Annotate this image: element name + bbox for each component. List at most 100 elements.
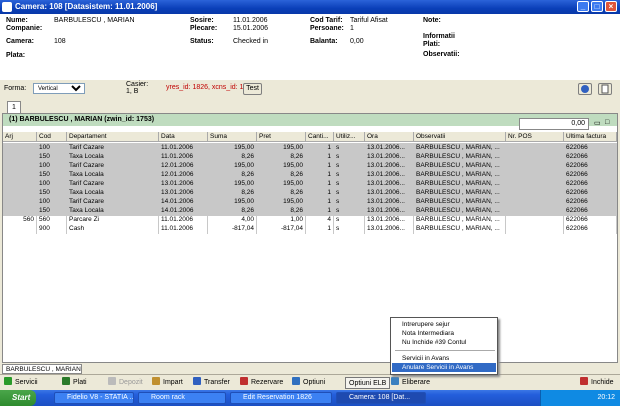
table-cell-fact: 622066 [564,224,617,234]
balanta-value: 0,00 [350,38,364,45]
column-header[interactable]: Departament [67,132,159,142]
inchide-button[interactable]: Inchide [580,377,614,389]
depozit-button[interactable]: Depozit [108,377,143,389]
plati-icon [62,377,70,385]
cod-tarif-label: Cod Tarif: [310,17,343,24]
casier-label: Casier: [126,81,149,88]
note-label: Note: [423,17,441,24]
group-total: 0,00 [519,118,589,130]
plata-label: Plata: [6,52,26,59]
reservation-info-panel: Nume: BARBULESCU , MARIAN Companie: Came… [0,14,620,80]
optiuni-elb-button[interactable]: Optiuni ELB [345,377,391,389]
column-header[interactable]: Pret [257,132,306,142]
plecare-label: Plecare: [190,25,218,32]
table-cell-pos [506,224,564,234]
persoane-label: Persoane: [310,25,344,32]
guest-tab[interactable]: BARBULESCU , MARIAN [2,364,82,374]
table-cell-suma: -817,04 [208,224,257,234]
menu-separator [395,350,495,351]
title-bar: Camera: 108 [Datasistem: 11.01.2006] _ □… [0,0,620,14]
forma-label: Forma: [4,85,27,92]
menu-item-2[interactable]: Nu Inchide #39 Contul [392,338,496,347]
impart-icon [152,377,160,385]
servicii-button[interactable]: Servicii [4,377,38,389]
rezervare-icon [240,377,248,385]
impart-button[interactable]: Impart [152,377,183,389]
informatii-label: Informatii [423,33,455,40]
sosire-label: Sosire: [190,17,214,24]
document-icon[interactable] [598,83,612,95]
clock: 20:12 [597,394,615,401]
table-cell-obs: BARBULESCU , MARIAN, ... [414,224,506,234]
depozit-icon [108,377,116,385]
optiuni-button[interactable]: Optiuni [292,377,325,389]
cod-tarif-value: Tariful Afisat [350,17,388,24]
tab-folio-1[interactable]: 1 [7,101,21,113]
close-button[interactable]: × [605,1,617,12]
folio-tabs: 1 [0,100,620,114]
column-header[interactable]: Arj [3,132,37,142]
minimize-button[interactable]: _ [577,1,589,12]
nume-label: Nume: [6,17,28,24]
menu-item-3[interactable]: Servicii in Avans [392,354,496,363]
column-header[interactable]: Data [159,132,208,142]
camera-label: Camera: [6,38,35,45]
table-cell-util: s [334,224,365,234]
taskbar-item[interactable]: Room rack [138,392,226,404]
column-header[interactable]: Observatii [414,132,506,142]
eliberare-icon [391,377,399,385]
plati-button[interactable]: Plati [62,377,87,389]
transfer-button[interactable]: Transfer [193,377,230,389]
camera-value: 108 [54,38,66,45]
inchide-icon [580,377,588,385]
table-cell-data: 11.01.2006 [159,224,208,234]
table-cell-cant: 1 [306,224,334,234]
options-menu: Intrerupere sejur Nota Intermediara Nu Inc… [390,317,498,375]
app-icon [2,2,12,12]
nume-value: BARBULESCU , MARIAN [54,17,135,24]
eliberare-button[interactable]: Eliberare [391,377,430,389]
sync-icon[interactable] [578,83,592,95]
plecare-value: 15.01.2006 [233,25,269,32]
maximize-icon[interactable]: □ [605,119,609,126]
sosire-value: 11.01.2006 [233,17,268,24]
window-title: Camera: 108 [Datasistem: 11.01.2006] [15,2,158,11]
menu-item-0[interactable]: Intrerupere sejur [392,320,496,329]
menu-item-4[interactable]: Anulare Servicii in Avans [392,363,496,372]
system-tray: 20:12 [540,390,620,406]
rezervare-button[interactable]: Rezervare [240,377,283,389]
taskbar-item[interactable]: Edit Reservation 1826 [230,392,332,404]
status-label: Status: [190,38,214,45]
table-cell-dep: Cash [67,224,159,234]
ids-text: yres_id: 1826, xcns_id: 1 [166,84,244,91]
table-cell-pret: -817,04 [257,224,306,234]
observatii-label: Observatii: [423,51,460,58]
column-header[interactable]: Ora [365,132,414,142]
taskbar-item[interactable]: Fidelio V8 - STATIA ... [54,392,134,404]
table-row[interactable]: 900 Cash 11.01.2006 -817,04 -817,04 1 s 13.01.2… [3,224,617,234]
maximize-button[interactable]: □ [591,1,603,12]
start-button[interactable]: Start [0,390,36,406]
column-header[interactable]: Cod [37,132,67,142]
table-cell-ora: 13.01.2006... [365,224,414,234]
companie-label: Companie: [6,25,43,32]
table-cell-arj [3,224,37,234]
forma-select[interactable]: Vertical [33,83,85,94]
menu-item-1[interactable]: Nota Intermediara [392,329,496,338]
persoane-value: 1 [350,25,354,32]
column-header[interactable]: Canti... [306,132,334,142]
optiuni-icon [292,377,300,385]
column-header[interactable]: Nr. POS [506,132,564,142]
status-value: Checked in [233,38,269,45]
balanta-label: Balanta: [310,38,338,45]
column-header[interactable]: Utiliz... [334,132,365,142]
plati-label: Plati: [423,41,441,48]
transfer-icon [193,377,201,385]
servicii-icon [4,377,12,385]
taskbar-item[interactable]: Camera: 108 [Dat... [336,392,426,404]
table-cell-cod: 900 [37,224,67,234]
restore-icon[interactable]: ▭ [594,119,601,127]
test-button[interactable]: Test [243,83,262,95]
column-header[interactable]: Suma [208,132,257,142]
column-header[interactable]: Ultima factura [564,132,617,142]
